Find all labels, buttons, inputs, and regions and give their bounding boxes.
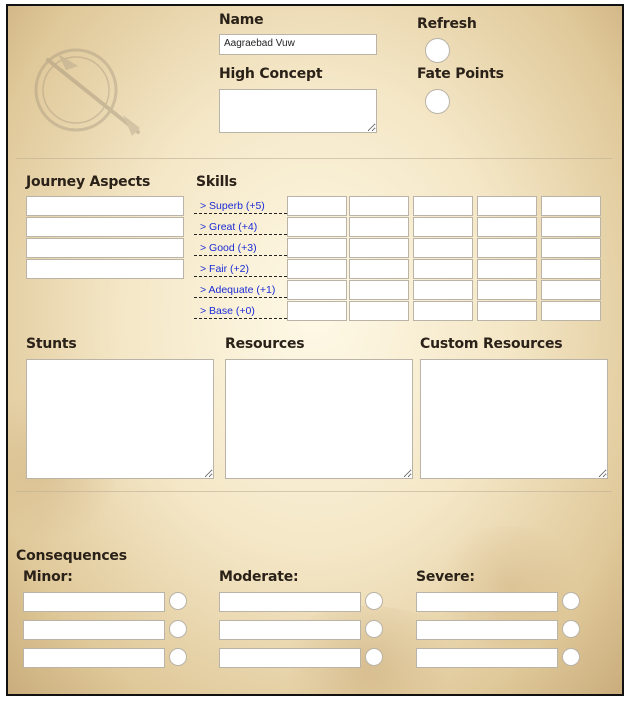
severe-consequence-field[interactable] bbox=[416, 620, 558, 640]
skill-level-superb[interactable]: > Superb (+5) bbox=[194, 200, 292, 214]
stunts-label: Stunts bbox=[26, 336, 77, 352]
divider bbox=[16, 158, 612, 159]
skill-slot-field[interactable] bbox=[287, 217, 347, 237]
skill-slot-field[interactable] bbox=[287, 238, 347, 258]
skill-slot-field[interactable] bbox=[541, 259, 601, 279]
skill-slot-field[interactable] bbox=[541, 280, 601, 300]
high-concept-field[interactable] bbox=[219, 89, 377, 133]
skill-level-great[interactable]: > Great (+4) bbox=[194, 221, 292, 235]
journey-aspects-label: Journey Aspects bbox=[26, 174, 151, 190]
skill-slot-field[interactable] bbox=[287, 301, 347, 321]
journey-aspect-field[interactable] bbox=[26, 217, 184, 237]
skill-slot-field[interactable] bbox=[413, 217, 473, 237]
minor-consequence-field[interactable] bbox=[23, 620, 165, 640]
resources-field[interactable] bbox=[225, 359, 413, 479]
skill-slot-field[interactable] bbox=[477, 301, 537, 321]
skill-slot-field[interactable] bbox=[541, 196, 601, 216]
minor-consequence-field[interactable] bbox=[23, 648, 165, 668]
fate-points-label: Fate Points bbox=[417, 66, 504, 82]
minor-consequence-checkbox[interactable] bbox=[169, 648, 187, 666]
custom-resources-field[interactable] bbox=[420, 359, 608, 479]
moderate-consequence-field[interactable] bbox=[219, 648, 361, 668]
refresh-circle[interactable] bbox=[425, 38, 450, 63]
divider bbox=[16, 491, 612, 492]
severe-consequence-checkbox[interactable] bbox=[562, 648, 580, 666]
severe-label: Severe: bbox=[416, 569, 475, 585]
skill-slot-field[interactable] bbox=[349, 238, 409, 258]
name-label: Name bbox=[219, 12, 264, 28]
refresh-label: Refresh bbox=[417, 16, 477, 32]
skill-slot-field[interactable] bbox=[287, 196, 347, 216]
severe-consequence-field[interactable] bbox=[416, 592, 558, 612]
skill-slot-field[interactable] bbox=[413, 259, 473, 279]
divider bbox=[16, 329, 612, 330]
quill-emblem-icon bbox=[34, 48, 140, 136]
journey-aspect-field[interactable] bbox=[26, 196, 184, 216]
moderate-consequence-checkbox[interactable] bbox=[365, 592, 383, 610]
skill-slot-field[interactable] bbox=[349, 280, 409, 300]
skill-slot-field[interactable] bbox=[541, 238, 601, 258]
skill-slot-field[interactable] bbox=[477, 217, 537, 237]
consequences-label: Consequences bbox=[16, 548, 127, 564]
minor-consequence-field[interactable] bbox=[23, 592, 165, 612]
high-concept-label: High Concept bbox=[219, 66, 323, 82]
skill-level-base[interactable]: > Base (+0) bbox=[194, 305, 292, 319]
skill-slot-field[interactable] bbox=[287, 280, 347, 300]
skill-level-good[interactable]: > Good (+3) bbox=[194, 242, 292, 256]
skill-slot-field[interactable] bbox=[413, 238, 473, 258]
severe-consequence-checkbox[interactable] bbox=[562, 620, 580, 638]
skill-slot-field[interactable] bbox=[349, 217, 409, 237]
moderate-consequence-checkbox[interactable] bbox=[365, 620, 383, 638]
minor-label: Minor: bbox=[23, 569, 73, 585]
skill-level-adequate[interactable]: > Adequate (+1) bbox=[194, 284, 292, 298]
custom-resources-label: Custom Resources bbox=[420, 336, 563, 352]
moderate-consequence-field[interactable] bbox=[219, 592, 361, 612]
skill-slot-field[interactable] bbox=[349, 196, 409, 216]
skill-slot-field[interactable] bbox=[413, 280, 473, 300]
skill-level-fair[interactable]: > Fair (+2) bbox=[194, 263, 292, 277]
skill-slot-field[interactable] bbox=[477, 259, 537, 279]
minor-consequence-checkbox[interactable] bbox=[169, 620, 187, 638]
journey-aspect-field[interactable] bbox=[26, 259, 184, 279]
severe-consequence-checkbox[interactable] bbox=[562, 592, 580, 610]
skill-slot-field[interactable] bbox=[541, 301, 601, 321]
skill-slot-field[interactable] bbox=[413, 196, 473, 216]
name-field[interactable]: Aagraebad Vuw bbox=[219, 34, 377, 55]
resources-label: Resources bbox=[225, 336, 305, 352]
journey-aspect-field[interactable] bbox=[26, 238, 184, 258]
skill-slot-field[interactable] bbox=[413, 301, 473, 321]
skill-slot-field[interactable] bbox=[477, 238, 537, 258]
skill-slot-field[interactable] bbox=[541, 217, 601, 237]
skill-slot-field[interactable] bbox=[287, 259, 347, 279]
fate-points-circle[interactable] bbox=[425, 89, 450, 114]
skill-slot-field[interactable] bbox=[477, 196, 537, 216]
severe-consequence-field[interactable] bbox=[416, 648, 558, 668]
moderate-consequence-checkbox[interactable] bbox=[365, 648, 383, 666]
stunts-field[interactable] bbox=[26, 359, 214, 479]
minor-consequence-checkbox[interactable] bbox=[169, 592, 187, 610]
skill-slot-field[interactable] bbox=[349, 301, 409, 321]
skill-slot-field[interactable] bbox=[477, 280, 537, 300]
skills-label: Skills bbox=[196, 174, 237, 190]
skill-slot-field[interactable] bbox=[349, 259, 409, 279]
moderate-consequence-field[interactable] bbox=[219, 620, 361, 640]
moderate-label: Moderate: bbox=[219, 569, 299, 585]
